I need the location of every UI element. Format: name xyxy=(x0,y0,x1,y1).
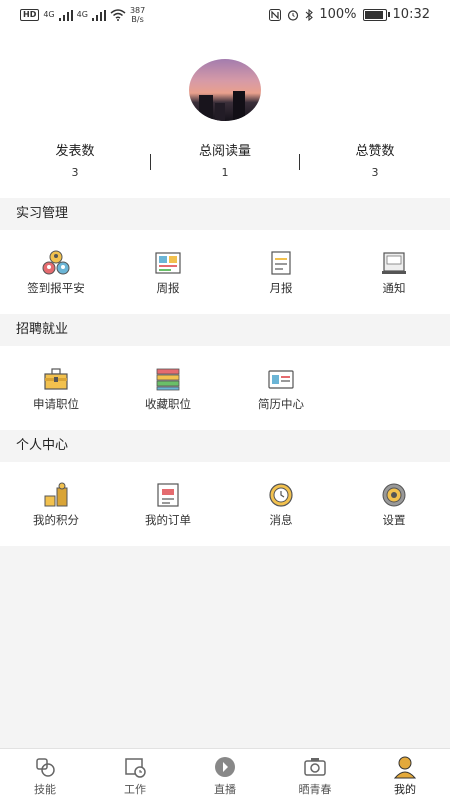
order-icon xyxy=(157,483,179,507)
tab-skill[interactable]: 技能 xyxy=(0,749,90,801)
grid-item-notice[interactable]: 通知 xyxy=(338,230,450,314)
hd-badge: HD xyxy=(20,9,40,21)
profile-header: 发表数 3 总阅读量 1 总赞数 3 xyxy=(0,30,450,198)
grid-item-label: 通知 xyxy=(382,281,406,295)
tab-live[interactable]: 直播 xyxy=(180,749,270,801)
status-left: HD 4G 4G 387 B/s xyxy=(20,6,145,24)
profile-stats: 发表数 3 总阅读量 1 总赞数 3 xyxy=(0,142,450,192)
grid-item-messages[interactable]: 消息 xyxy=(225,462,337,546)
stat-label: 总赞数 xyxy=(355,144,395,159)
stat-reads[interactable]: 总阅读量 1 xyxy=(150,142,300,184)
status-right: 100% 10:32 xyxy=(269,7,430,22)
status-bar: HD 4G 4G 387 B/s 100% 10:32 xyxy=(0,0,450,30)
camera-icon xyxy=(304,758,326,776)
grid-item-settings[interactable]: 设置 xyxy=(338,462,450,546)
gear-icon xyxy=(382,483,406,507)
grid-item-orders[interactable]: 我的订单 xyxy=(112,462,224,546)
person-icon xyxy=(393,756,417,779)
grid-item-label: 申请职位 xyxy=(33,397,79,411)
signal-icon xyxy=(58,9,73,21)
net-speed: 387 B/s xyxy=(130,6,145,24)
stat-label: 发表数 xyxy=(55,144,95,159)
network-type-1: 4G xyxy=(43,10,55,19)
section-title-internship: 实习管理 xyxy=(0,198,450,230)
grid-item-monthly-report[interactable]: 月报 xyxy=(225,230,337,314)
battery-icon xyxy=(362,8,390,21)
section-employment: 申请职位 收藏职位 简历中心 xyxy=(0,346,450,430)
alarm-icon xyxy=(288,9,299,21)
grid-item-checkin[interactable]: 签到报平安 xyxy=(0,230,112,314)
grid-item-label: 收藏职位 xyxy=(145,397,191,411)
bluetooth-icon xyxy=(305,8,314,21)
nfc-icon xyxy=(269,8,282,21)
live-icon xyxy=(215,757,235,777)
net-speed-unit: B/s xyxy=(131,15,144,24)
stat-label: 总阅读量 xyxy=(198,144,251,159)
notice-icon xyxy=(382,252,406,274)
section-title-employment: 招聘就业 xyxy=(0,314,450,346)
grid-item-label: 我的积分 xyxy=(33,513,79,527)
grid-item-weekly-report[interactable]: 周报 xyxy=(112,230,224,314)
tab-mine[interactable]: 我的 xyxy=(360,749,450,801)
grid-item-saved-jobs[interactable]: 收藏职位 xyxy=(112,346,224,430)
signal-icon-2 xyxy=(91,9,106,21)
tab-youth[interactable]: 晒青春 xyxy=(270,749,360,801)
tab-label: 直播 xyxy=(214,783,236,796)
message-icon xyxy=(269,483,293,507)
wifi-icon xyxy=(110,9,126,21)
monthly-report-icon xyxy=(271,251,291,275)
grid-item-label: 我的订单 xyxy=(145,513,191,527)
section-title-personal: 个人中心 xyxy=(0,430,450,462)
tab-label: 技能 xyxy=(34,783,56,796)
tab-label: 晒青春 xyxy=(298,783,332,796)
network-type-2: 4G xyxy=(76,10,88,19)
skill-icon xyxy=(36,758,55,777)
bottom-tab-bar: 技能 工作 直播 晒青春 我的 xyxy=(0,748,450,801)
grid-item-label: 简历中心 xyxy=(258,397,304,411)
stat-posts[interactable]: 发表数 3 xyxy=(0,142,150,184)
grid-item-label: 月报 xyxy=(269,281,293,295)
net-speed-value: 387 xyxy=(129,6,146,15)
books-icon xyxy=(156,368,180,391)
tab-label: 我的 xyxy=(394,783,416,796)
work-icon xyxy=(125,758,146,778)
grid-item-label: 消息 xyxy=(269,513,293,527)
stat-value: 3 xyxy=(371,166,379,179)
grid-item-label: 周报 xyxy=(156,281,180,295)
weekly-report-icon xyxy=(155,252,181,274)
stat-value: 1 xyxy=(221,166,229,179)
battery-percent: 100% xyxy=(319,7,357,22)
clock: 10:32 xyxy=(392,7,430,22)
avatar[interactable] xyxy=(189,59,261,121)
section-personal: 我的积分 我的订单 消息 设置 xyxy=(0,462,450,546)
grid-item-label: 设置 xyxy=(382,513,406,527)
briefcase-icon xyxy=(44,368,68,390)
grid-item-label: 签到报平安 xyxy=(27,281,85,295)
grid-item-points[interactable]: 我的积分 xyxy=(0,462,112,546)
section-internship: 签到报平安 周报 月报 通知 xyxy=(0,230,450,314)
grid-item-resume-center[interactable]: 简历中心 xyxy=(225,346,337,430)
tab-label: 工作 xyxy=(124,783,146,796)
stat-value: 3 xyxy=(71,166,79,179)
grid-item-apply-job[interactable]: 申请职位 xyxy=(0,346,112,430)
stat-likes[interactable]: 总赞数 3 xyxy=(300,142,450,184)
tab-work[interactable]: 工作 xyxy=(90,749,180,801)
checkin-icon xyxy=(42,250,70,275)
resume-icon xyxy=(268,370,294,389)
coins-icon xyxy=(44,482,68,507)
